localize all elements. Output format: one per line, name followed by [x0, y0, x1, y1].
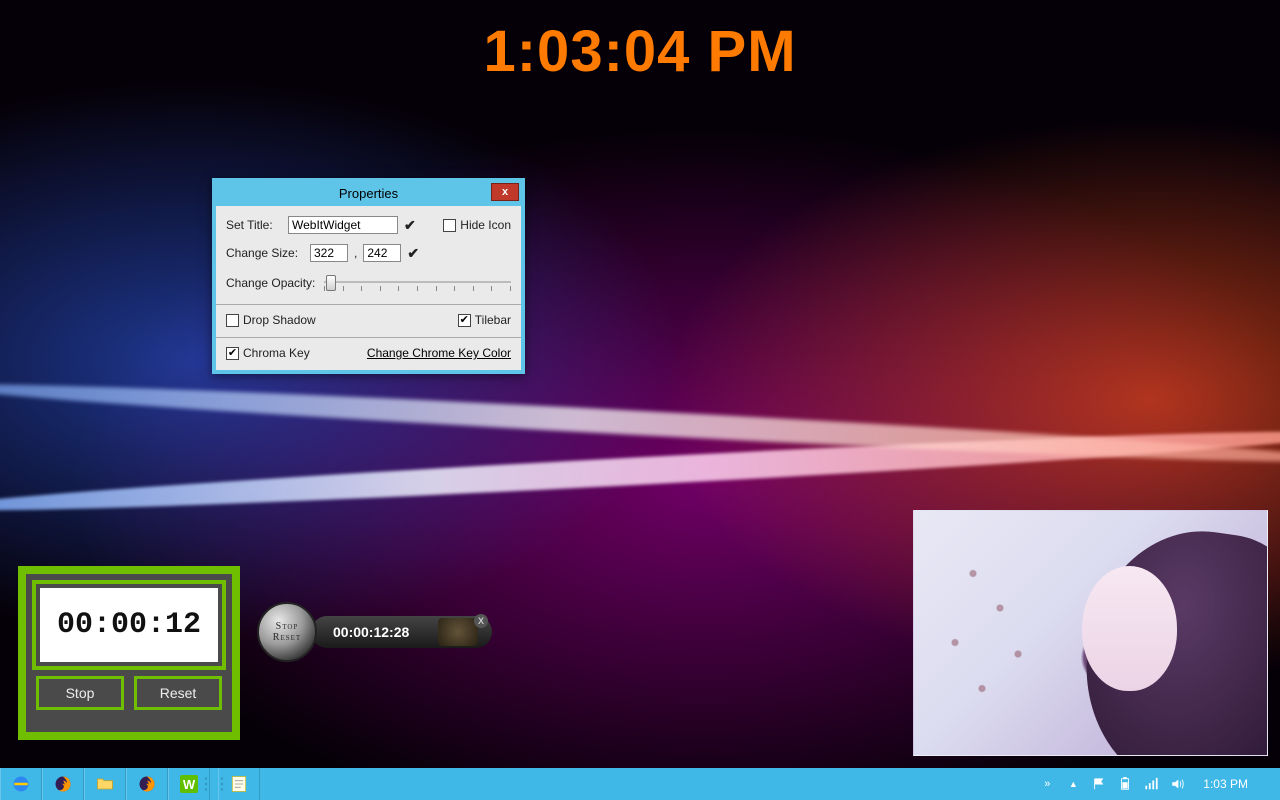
change-opacity-label: Change Opacity:	[226, 276, 318, 290]
taskbar-app-firefox2[interactable]	[126, 768, 168, 800]
firefox-icon	[137, 774, 157, 794]
photo-widget[interactable]	[913, 510, 1268, 756]
size-separator: ,	[354, 246, 357, 260]
slider-thumb[interactable]	[326, 275, 336, 291]
drop-shadow-label: Drop Shadow	[243, 313, 316, 327]
tray-up-icon[interactable]: ▲	[1065, 776, 1081, 792]
w-icon: W	[180, 775, 198, 793]
hide-icon-label: Hide Icon	[460, 218, 511, 232]
stopwatch-widget-green[interactable]: 00:00:12 Stop Reset	[18, 566, 240, 740]
set-title-label: Set Title:	[226, 218, 282, 232]
taskbar-app-firefox[interactable]	[42, 768, 84, 800]
drop-shadow-checkbox[interactable]: Drop Shadow	[226, 313, 316, 327]
chroma-key-checkbox[interactable]: Chroma Key	[226, 346, 310, 360]
change-size-label: Change Size:	[226, 246, 304, 260]
folder-icon	[95, 774, 115, 794]
width-input[interactable]	[310, 244, 348, 262]
opacity-slider[interactable]	[324, 272, 511, 294]
firefox-icon	[53, 774, 73, 794]
taskbar[interactable]: W ⋮⋮ » ▲ 1:03 PM	[0, 768, 1280, 800]
close-button[interactable]: x	[491, 183, 519, 201]
taskbar-separator: ⋮⋮	[210, 768, 218, 800]
stopwatch-knob-button[interactable]: Stop Reset	[257, 602, 317, 662]
properties-body: Set Title: ✔ Hide Icon Change Size: , ✔ …	[216, 206, 521, 370]
desktop-clock-widget: 1:03:04 PM	[483, 18, 796, 85]
battery-icon[interactable]	[1117, 776, 1133, 792]
set-title-input[interactable]	[288, 216, 398, 234]
hide-icon-checkbox[interactable]: Hide Icon	[443, 218, 511, 232]
photo-content	[919, 516, 1099, 746]
stop-button[interactable]: Stop	[36, 676, 124, 710]
apply-size-icon[interactable]: ✔	[407, 245, 419, 262]
stopwatch-decoration	[438, 618, 478, 646]
change-chroma-color-link[interactable]: Change Chrome Key Color	[367, 346, 511, 360]
knob-reset-label: Reset	[273, 632, 301, 643]
close-icon[interactable]: X	[474, 614, 488, 628]
taskbar-app-ie[interactable]	[0, 768, 42, 800]
volume-icon[interactable]	[1169, 776, 1185, 792]
properties-titlebar[interactable]: Properties x	[216, 182, 521, 206]
network-icon[interactable]	[1143, 776, 1159, 792]
chroma-key-label: Chroma Key	[243, 346, 310, 360]
stopwatch-widget-dark[interactable]: Stop Reset 00:00:12:28 X	[257, 607, 492, 657]
height-input[interactable]	[363, 244, 401, 262]
notes-icon	[229, 774, 249, 794]
tray-overflow-icon[interactable]: »	[1039, 776, 1055, 792]
taskbar-clock[interactable]: 1:03 PM	[1195, 777, 1256, 791]
reset-button[interactable]: Reset	[134, 676, 222, 710]
tilebar-checkbox[interactable]: Tilebar	[458, 313, 511, 327]
taskbar-app-notes[interactable]	[218, 768, 260, 800]
ie-icon	[11, 774, 31, 794]
properties-window[interactable]: Properties x Set Title: ✔ Hide Icon Chan…	[212, 178, 525, 374]
flag-icon[interactable]	[1091, 776, 1107, 792]
stopwatch-display: 00:00:12	[36, 584, 222, 666]
tilebar-label: Tilebar	[475, 313, 511, 327]
knob-stop-label: Stop	[276, 621, 299, 632]
apply-title-icon[interactable]: ✔	[404, 217, 416, 234]
properties-title-text: Properties	[339, 186, 398, 201]
taskbar-app-explorer[interactable]	[84, 768, 126, 800]
stopwatch-dark-time: 00:00:12:28	[333, 624, 409, 640]
